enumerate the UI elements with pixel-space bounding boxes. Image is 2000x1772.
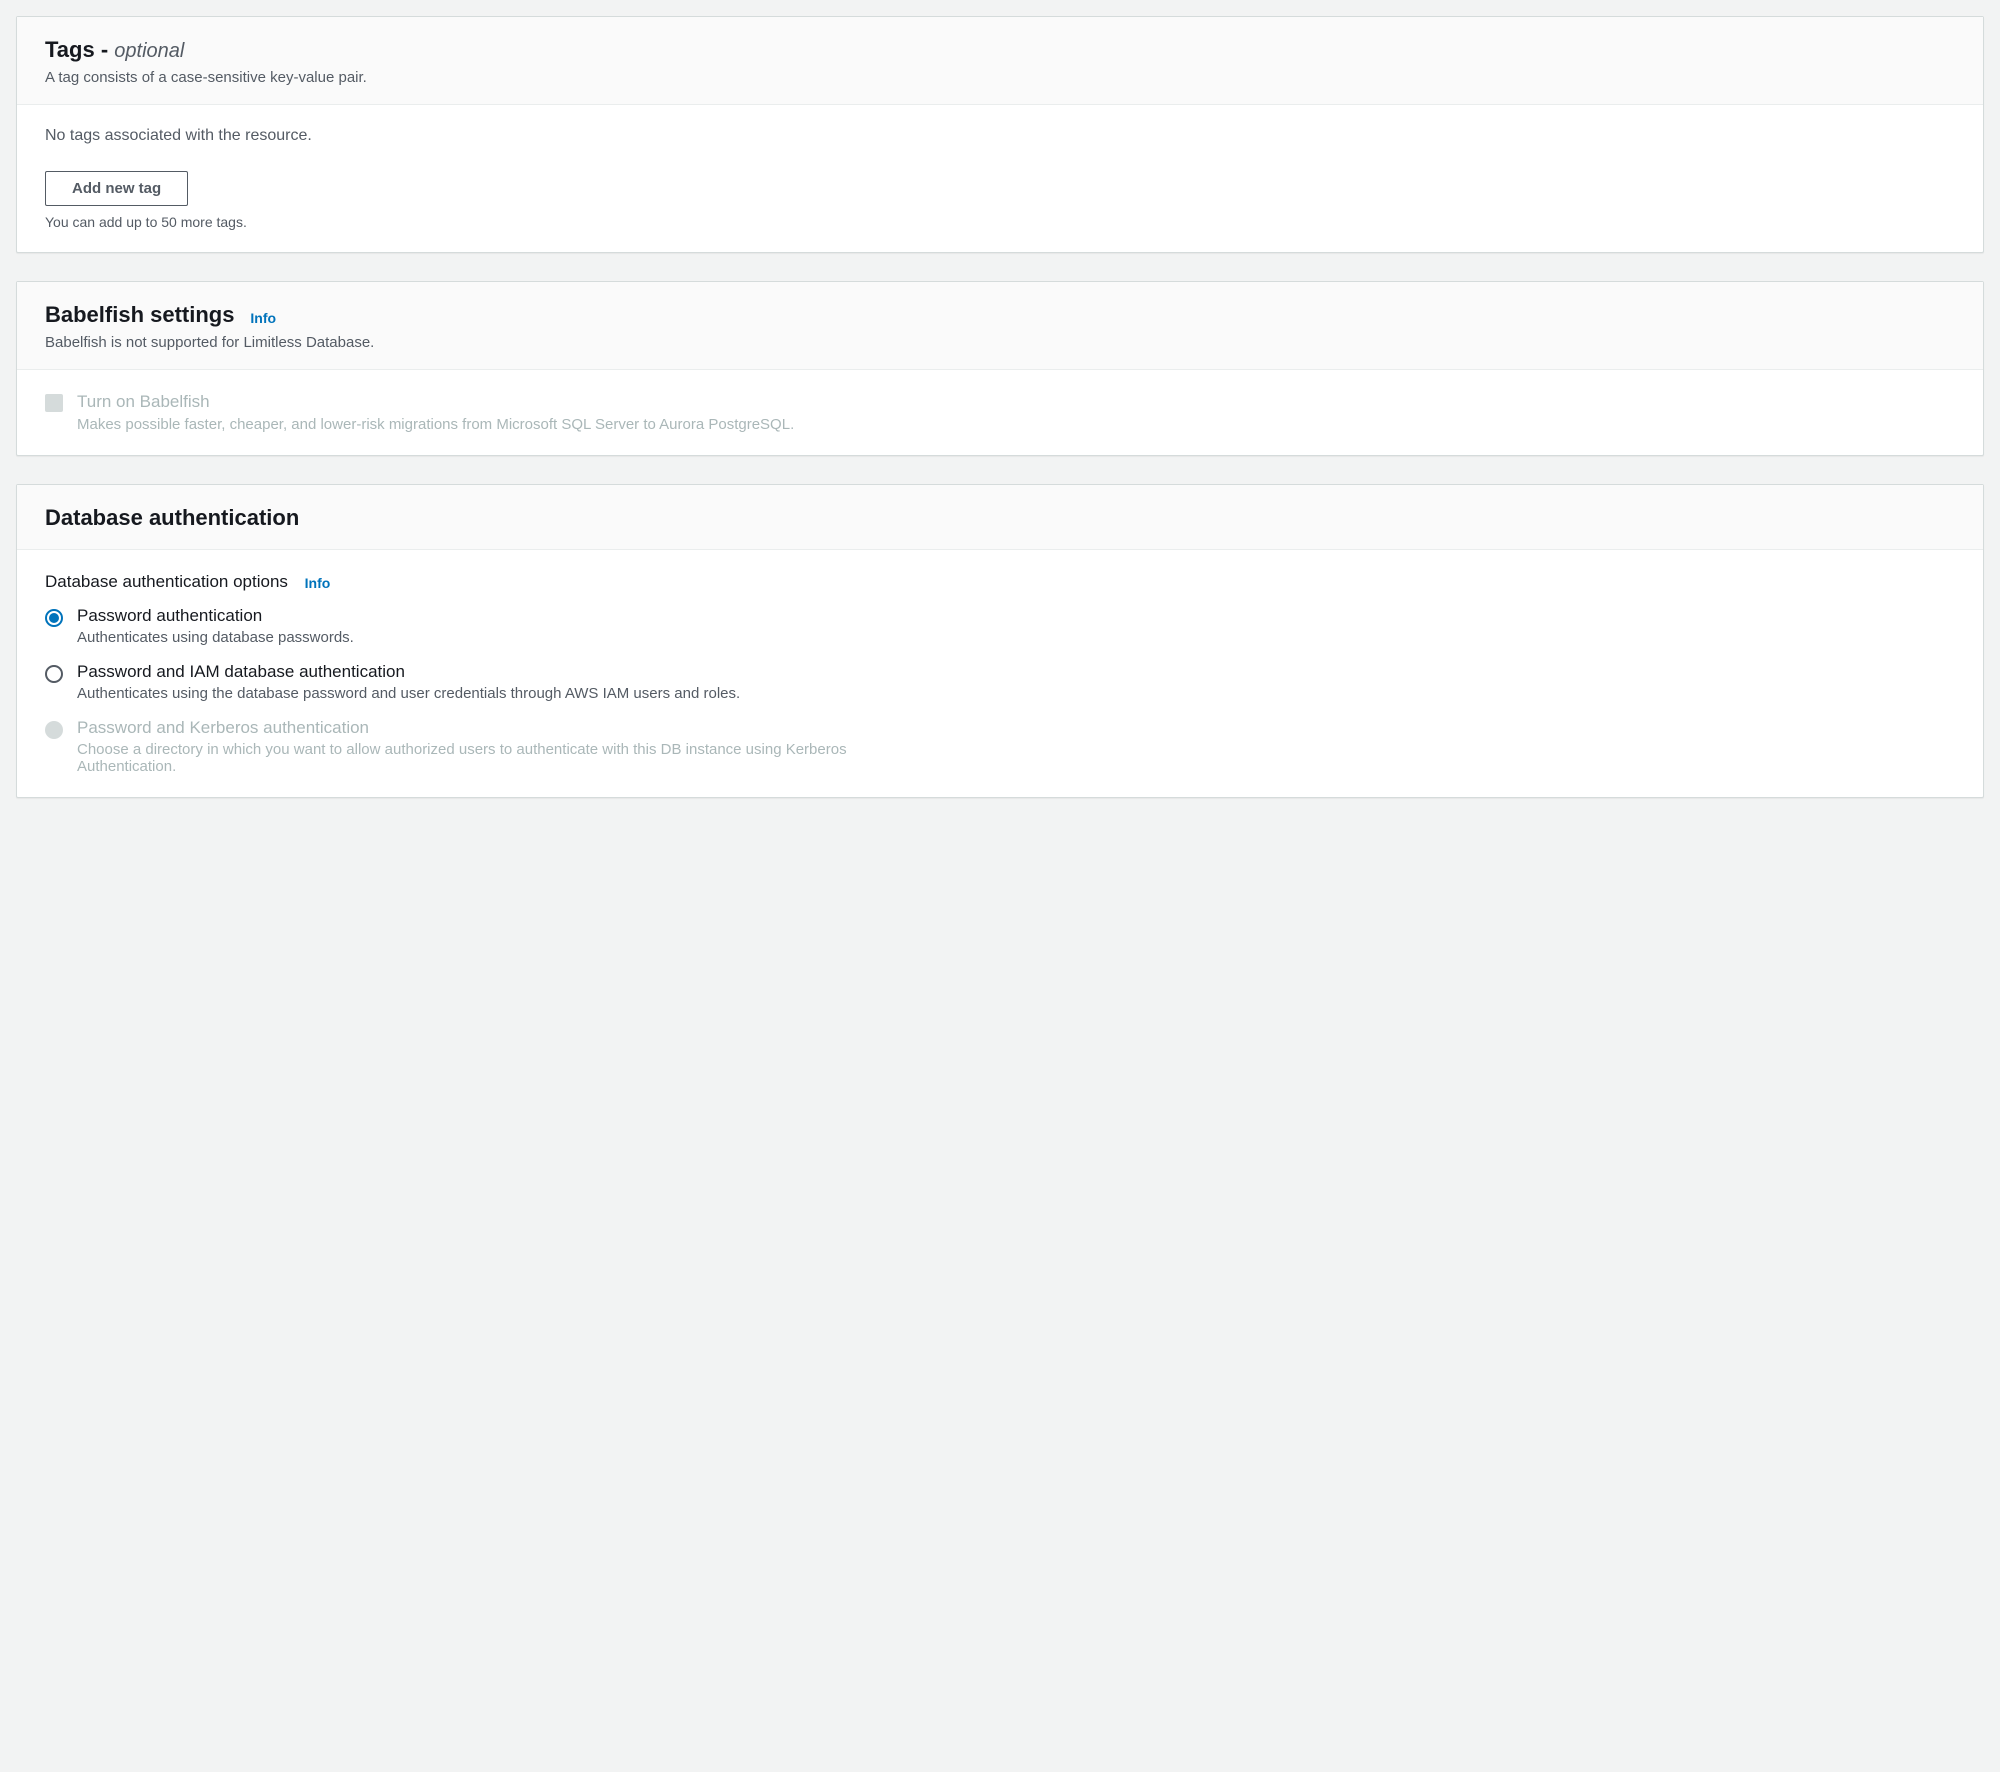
- auth-radio-iam[interactable]: [45, 665, 63, 683]
- auth-title: Database authentication: [45, 505, 299, 530]
- babelfish-checkbox: [45, 394, 63, 412]
- tags-title-optional: optional: [114, 40, 184, 62]
- auth-option-iam-label: Password and IAM database authentication: [77, 662, 740, 682]
- babelfish-panel: Babelfish settings Info Babelfish is not…: [16, 281, 1984, 456]
- auth-option-kerberos-label: Password and Kerberos authentication: [77, 718, 897, 738]
- auth-header: Database authentication: [17, 485, 1983, 550]
- tags-title: Tags - optional: [45, 37, 184, 62]
- tags-hint: You can add up to 50 more tags.: [45, 214, 1955, 230]
- auth-info-link[interactable]: Info: [305, 575, 331, 591]
- add-new-tag-button[interactable]: Add new tag: [45, 171, 188, 206]
- auth-body: Database authentication options Info Pas…: [17, 550, 1983, 797]
- auth-radio-kerberos: [45, 721, 63, 739]
- babelfish-info-link[interactable]: Info: [250, 310, 276, 326]
- tags-desc: A tag consists of a case-sensitive key-v…: [45, 69, 1955, 86]
- auth-panel: Database authentication Database authent…: [16, 484, 1984, 798]
- auth-subsection-title: Database authentication options: [45, 572, 288, 591]
- auth-option-iam[interactable]: Password and IAM database authentication…: [45, 662, 1955, 702]
- babelfish-body: Turn on Babelfish Makes possible faster,…: [17, 370, 1983, 455]
- babelfish-desc: Babelfish is not supported for Limitless…: [45, 334, 1955, 351]
- auth-subsection-row: Database authentication options Info: [45, 572, 1955, 592]
- auth-option-iam-desc: Authenticates using the database passwor…: [77, 685, 740, 702]
- auth-radio-group: Password authentication Authenticates us…: [45, 606, 1955, 775]
- auth-option-password-desc: Authenticates using database passwords.: [77, 629, 354, 646]
- auth-option-password-label: Password authentication: [77, 606, 354, 626]
- babelfish-checkbox-label: Turn on Babelfish: [77, 392, 794, 412]
- auth-radio-password[interactable]: [45, 609, 63, 627]
- babelfish-title: Babelfish settings: [45, 302, 234, 327]
- tags-empty-message: No tags associated with the resource.: [45, 127, 1955, 145]
- tags-title-main: Tags -: [45, 37, 114, 62]
- babelfish-header: Babelfish settings Info Babelfish is not…: [17, 282, 1983, 370]
- auth-option-password[interactable]: Password authentication Authenticates us…: [45, 606, 1955, 646]
- babelfish-checkbox-desc: Makes possible faster, cheaper, and lowe…: [77, 416, 794, 433]
- tags-body: No tags associated with the resource. Ad…: [17, 105, 1983, 252]
- tags-header: Tags - optional A tag consists of a case…: [17, 17, 1983, 105]
- tags-panel: Tags - optional A tag consists of a case…: [16, 16, 1984, 253]
- auth-option-kerberos: Password and Kerberos authentication Cho…: [45, 718, 1955, 775]
- babelfish-checkbox-row: Turn on Babelfish Makes possible faster,…: [45, 392, 1955, 433]
- auth-option-kerberos-desc: Choose a directory in which you want to …: [77, 741, 897, 775]
